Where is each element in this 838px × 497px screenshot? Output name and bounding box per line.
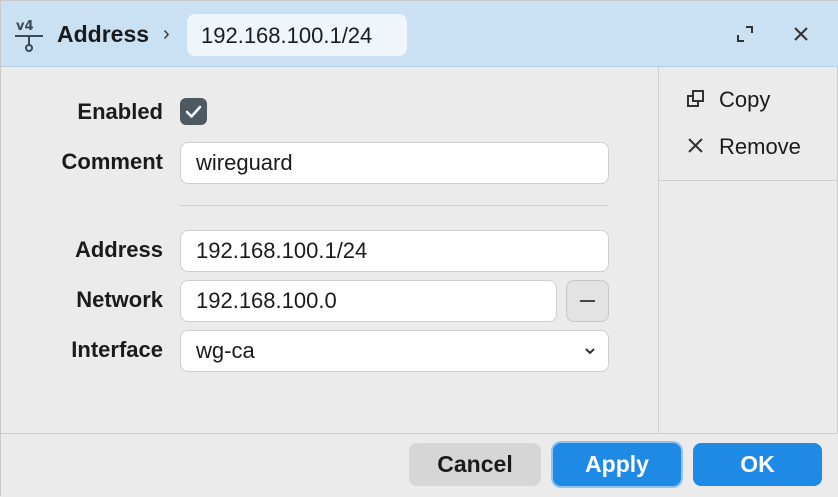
network-field[interactable]: 192.168.100.0 <box>180 280 557 322</box>
copy-label: Copy <box>719 87 771 112</box>
address-label: Address <box>74 237 163 262</box>
remove-label: Remove <box>719 134 801 159</box>
address-field[interactable]: 192.168.100.1/24 <box>180 230 609 272</box>
comment-field[interactable]: wireguard <box>180 142 609 184</box>
interface-label: Interface <box>71 337 163 362</box>
copy-icon <box>687 90 704 107</box>
address-dialog: v4 Address › 192.168.100.1/24 Enabled Co… <box>0 0 838 497</box>
chevron-down-icon <box>585 348 595 355</box>
enabled-checkbox[interactable] <box>180 98 207 125</box>
action-sidebar: Copy Remove <box>658 67 838 433</box>
ipv4-address-icon: v4 <box>13 17 45 53</box>
comment-label: Comment <box>61 149 163 174</box>
expand-icon[interactable] <box>734 23 756 45</box>
interface-value: wg-ca <box>196 338 255 363</box>
address-form: Enabled Comment wireguard Address 192.16… <box>1 67 658 433</box>
remove-icon <box>688 138 703 153</box>
dialog-footer: Cancel Apply OK <box>1 433 838 497</box>
chevron-right-icon: › <box>163 23 170 45</box>
ipv4-icon-label: v4 <box>16 19 34 34</box>
close-icon[interactable] <box>790 23 812 45</box>
form-separator <box>180 205 609 206</box>
ok-button[interactable]: OK <box>693 443 822 486</box>
apply-button[interactable]: Apply <box>553 443 681 486</box>
interface-select[interactable]: wg-ca <box>180 330 609 372</box>
network-label: Network <box>76 287 163 312</box>
enabled-label: Enabled <box>77 99 163 124</box>
titlebar: v4 Address › 192.168.100.1/24 <box>1 1 838 67</box>
sidebar-separator <box>659 180 838 181</box>
checkmark-icon <box>185 105 202 118</box>
breadcrumb-title[interactable]: Address <box>57 21 149 48</box>
breadcrumb-current: 192.168.100.1/24 <box>187 14 407 56</box>
minus-icon <box>580 300 595 302</box>
remove-network-button[interactable] <box>566 280 609 322</box>
cancel-button[interactable]: Cancel <box>409 443 541 486</box>
